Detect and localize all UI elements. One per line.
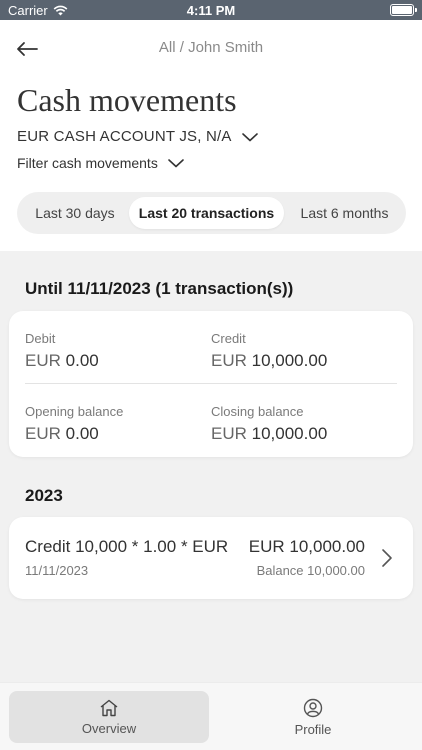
- credit-label: Credit: [211, 331, 246, 346]
- filter-label: Filter cash movements: [17, 155, 158, 171]
- page-header: All / John Smith Cash movements EUR CASH…: [0, 20, 422, 251]
- opening-balance-cell: Opening balance EUR 0.00: [25, 404, 123, 444]
- chevron-down-icon: [168, 159, 184, 168]
- closing-balance-cell: Closing balance EUR 10,000.00: [211, 404, 327, 444]
- credit-cell: Credit EUR 10,000.00: [211, 331, 327, 371]
- opening-balance-label: Opening balance: [25, 404, 124, 419]
- home-icon: [100, 699, 118, 716]
- closing-balance-value: EUR 10,000.00: [211, 424, 328, 443]
- tab-profile-label: Profile: [294, 721, 332, 737]
- account-label: EUR CASH ACCOUNT JS, N/A: [17, 128, 232, 145]
- transaction-date: 11/11/2023: [25, 563, 89, 578]
- filter-selector[interactable]: Filter cash movements: [17, 155, 184, 171]
- summary-heading: Until 11/11/2023 (1 transaction(s)): [25, 279, 294, 298]
- closing-balance-label: Closing balance: [211, 404, 304, 419]
- debit-value: EUR 0.00: [25, 351, 99, 370]
- tab-overview-label: Overview: [81, 720, 137, 736]
- chevron-right-icon: [382, 549, 392, 567]
- year-heading: 2023: [25, 486, 63, 505]
- account-selector[interactable]: EUR CASH ACCOUNT JS, N/A: [17, 128, 258, 145]
- tab-bar: Overview Profile: [0, 682, 422, 750]
- segment-last-20-transactions[interactable]: Last 20 transactions: [129, 197, 284, 229]
- divider: [25, 383, 397, 384]
- opening-balance-value: EUR 0.00: [25, 424, 99, 443]
- segment-last-30-days[interactable]: Last 30 days: [22, 197, 128, 229]
- transaction-description: Credit 10,000 * 1.00 * EUR: [25, 537, 229, 556]
- debit-cell: Debit EUR 0.00: [25, 331, 99, 371]
- period-segmented-control: Last 30 days Last 20 transactions Last 6…: [17, 192, 406, 234]
- page-title: Cash movements: [17, 82, 237, 118]
- debit-label: Debit: [25, 331, 56, 346]
- battery-icon: [390, 4, 417, 16]
- credit-value: EUR 10,000.00: [211, 351, 328, 370]
- tab-overview[interactable]: Overview: [9, 691, 209, 743]
- chevron-down-icon: [241, 132, 258, 141]
- breadcrumb[interactable]: All / John Smith: [0, 39, 422, 56]
- clock: 4:11 PM: [186, 3, 236, 18]
- status-bar: Carrier 4:11 PM: [0, 0, 422, 20]
- summary-card: Debit EUR 0.00 Credit EUR 10,000.00 Open…: [9, 311, 413, 457]
- transaction-row[interactable]: Credit 10,000 * 1.00 * EUR 11/11/2023 EU…: [9, 517, 413, 599]
- segment-last-6-months[interactable]: Last 6 months: [287, 197, 402, 229]
- profile-icon: [303, 698, 323, 717]
- transaction-balance: Balance 10,000.00: [256, 563, 365, 578]
- tab-profile[interactable]: Profile: [213, 691, 413, 743]
- transaction-amount: EUR 10,000.00: [248, 537, 365, 556]
